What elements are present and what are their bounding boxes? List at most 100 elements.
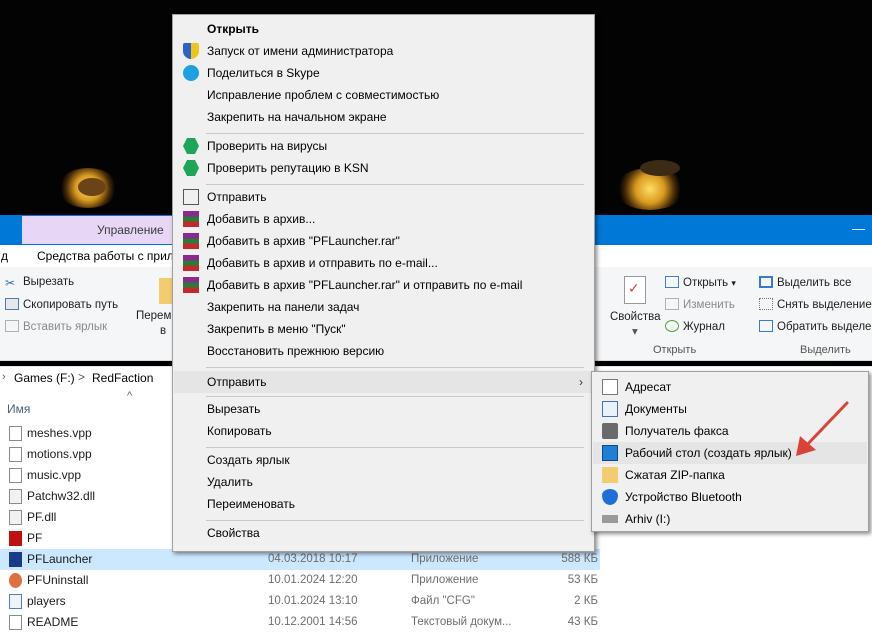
menu-separator xyxy=(206,520,584,521)
open-label: Открыть xyxy=(683,277,729,289)
context-menu-item[interactable]: Отправить xyxy=(174,186,593,208)
file-name: meshes.vpp xyxy=(27,426,92,440)
context-menu-label: Удалить xyxy=(207,475,253,489)
context-menu-label: Отправить xyxy=(207,375,267,389)
ribbon-tab-app-tools[interactable]: Средства работы с прило xyxy=(37,249,181,263)
minimize-icon[interactable]: — xyxy=(852,221,865,236)
file-date: 10.01.2024 12:20 xyxy=(268,574,358,586)
copy-path-button[interactable]: Скопировать путь xyxy=(5,298,118,311)
send-to-label: Адресат xyxy=(625,380,672,394)
context-menu-item[interactable]: Проверить на вирусы xyxy=(174,135,593,157)
select-none-label: Снять выделение xyxy=(777,299,872,311)
edit-button[interactable]: Изменить xyxy=(665,298,735,311)
context-menu-item[interactable]: Добавить в архив... xyxy=(174,208,593,230)
select-none-icon xyxy=(759,298,773,310)
send-to-item[interactable]: Arhiv (I:) xyxy=(593,508,867,530)
copy-path-icon xyxy=(5,298,19,310)
copy-path-label: Скопировать путь xyxy=(23,299,119,311)
file-row[interactable]: players 10.01.2024 13:10 Файл "CFG" 2 КБ xyxy=(0,591,600,612)
context-menu-item[interactable]: Добавить в архив "PFLauncher.rar" и отпр… xyxy=(174,274,593,296)
select-none-button[interactable]: Снять выделение xyxy=(759,298,872,311)
send-to-label: Сжатая ZIP-папка xyxy=(625,468,725,482)
winrar-icon xyxy=(183,255,199,271)
send-to-item[interactable]: Сжатая ZIP-папка xyxy=(593,464,867,486)
context-menu-item[interactable]: Переименовать xyxy=(174,493,593,515)
properties-label: Свойства xyxy=(610,311,661,323)
invert-selection-icon xyxy=(759,320,773,332)
context-menu-item[interactable]: Удалить xyxy=(174,471,593,493)
file-date: 04.03.2018 10:17 xyxy=(268,553,358,565)
pflauncher-icon xyxy=(9,552,22,567)
move-to-button[interactable]: Перем xyxy=(136,310,171,322)
context-menu-label: Добавить в архив и отправить по e-mail..… xyxy=(207,256,438,270)
submenu-arrow-icon: › xyxy=(579,375,583,389)
annotation-arrow-icon xyxy=(796,401,849,456)
context-menu-label: Закрепить на панели задач xyxy=(207,300,360,314)
cut-button[interactable]: ✂ Вырезать xyxy=(5,276,74,290)
kaspersky-icon xyxy=(183,138,199,154)
context-menu-item[interactable]: Восстановить прежнюю версию xyxy=(174,340,593,362)
send-to-label: Документы xyxy=(625,402,687,416)
file-name: PFUninstall xyxy=(27,573,89,587)
file-icon xyxy=(9,468,22,483)
file-size: 43 КБ xyxy=(567,616,598,628)
share-icon xyxy=(183,189,199,205)
history-button[interactable]: Журнал xyxy=(665,320,725,333)
context-menu-item[interactable]: Исправление проблем с совместимостью xyxy=(174,84,593,106)
menu-separator xyxy=(206,133,584,134)
breadcrumb-folder[interactable]: RedFaction xyxy=(92,371,153,385)
context-menu-item[interactable]: Закрепить в меню "Пуск" xyxy=(174,318,593,340)
menu-separator xyxy=(206,447,584,448)
file-type: Приложение xyxy=(411,553,479,565)
context-menu-item[interactable]: Проверить репутацию в KSN xyxy=(174,157,593,179)
select-all-button[interactable]: Выделить все xyxy=(759,276,851,289)
uninstall-icon xyxy=(9,573,22,588)
desktop-icon xyxy=(602,445,618,461)
properties-button[interactable]: Свойства xyxy=(610,311,661,323)
file-size: 588 КБ xyxy=(561,553,598,565)
file-type: Текстовый докум... xyxy=(411,616,512,628)
file-row[interactable]: PFUninstall 10.01.2024 12:20 Приложение 53 … xyxy=(0,570,600,591)
tab-manage[interactable]: Управление xyxy=(22,216,172,244)
dll-icon xyxy=(9,510,22,525)
file-icon xyxy=(9,447,22,462)
context-menu-item[interactable]: Добавить в архив "PFLauncher.rar" xyxy=(174,230,593,252)
context-menu-item[interactable]: Закрепить на панели задач xyxy=(174,296,593,318)
paste-shortcut-button[interactable]: Вставить ярлык xyxy=(5,320,107,333)
context-menu-item[interactable]: Копировать xyxy=(174,420,593,442)
send-to-item[interactable]: Устройство Bluetooth xyxy=(593,486,867,508)
bluetooth-icon xyxy=(602,489,618,505)
skype-icon xyxy=(183,65,199,81)
dll-icon xyxy=(9,489,22,504)
send-to-label: Устройство Bluetooth xyxy=(625,490,742,504)
menu-separator xyxy=(206,396,584,397)
breadcrumb-drive[interactable]: Games (F:) xyxy=(14,371,75,385)
context-menu-item[interactable]: Вырезать xyxy=(174,398,593,420)
invert-selection-button[interactable]: Обратить выделе xyxy=(759,320,871,333)
move-to-folder-icon xyxy=(159,278,173,304)
breadcrumb-separator-icon: › xyxy=(2,371,6,383)
select-group-label: Выделить xyxy=(800,344,851,356)
select-all-icon xyxy=(759,276,773,288)
context-menu-item[interactable]: Запуск от имени администратора xyxy=(174,40,593,62)
file-name: PF.dll xyxy=(27,510,57,524)
open-button[interactable]: Открыть ▾ xyxy=(665,276,736,289)
context-menu-item[interactable]: Создать ярлык xyxy=(174,449,593,471)
context-menu-label: Копировать xyxy=(207,424,272,438)
context-menu-item[interactable]: Закрепить на начальном экране xyxy=(174,106,593,128)
context-menu-item[interactable]: Поделиться в Skype xyxy=(174,62,593,84)
context-menu-item[interactable]: Открыть xyxy=(174,18,593,40)
context-menu-item[interactable]: Добавить в архив и отправить по e-mail..… xyxy=(174,252,593,274)
ribbon-tab-partial[interactable]: д xyxy=(1,249,8,263)
winrar-icon xyxy=(183,277,199,293)
column-header-name[interactable]: Имя xyxy=(7,402,30,416)
open-group-label: Открыть xyxy=(653,344,697,356)
paste-shortcut-icon xyxy=(5,320,19,332)
context-menu-item[interactable]: Свойства xyxy=(174,522,593,544)
send-to-item[interactable]: Адресат xyxy=(593,376,867,398)
file-row[interactable]: PFLauncher 04.03.2018 10:17 Приложение 588 … xyxy=(0,549,600,570)
properties-dropdown-icon[interactable]: ▾ xyxy=(632,324,638,338)
open-icon xyxy=(665,276,679,288)
file-row[interactable]: README 10.12.2001 14:56 Текстовый докум...… xyxy=(0,612,600,633)
context-menu-item[interactable]: Отправить › xyxy=(174,371,593,393)
